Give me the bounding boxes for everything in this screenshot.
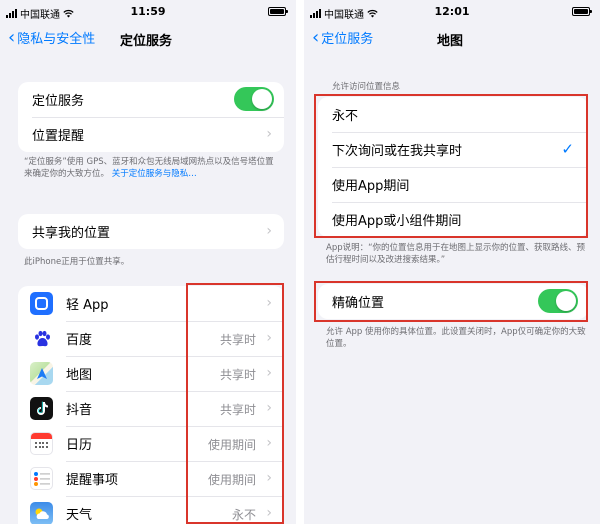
share-location-group: 共享我的位置 › [18, 214, 284, 249]
location-alerts-row[interactable]: 位置提醒 › [18, 117, 284, 152]
douyin-note-icon [30, 397, 53, 420]
location-services-toggle[interactable] [234, 87, 274, 111]
calendar-icon [30, 432, 53, 455]
back-label: 定位服务 [321, 32, 374, 47]
app-name: 提醒事项 [66, 473, 119, 488]
status-bar: 中国联通 12:01 [304, 0, 600, 24]
navigation-bar: ‹ 隐私与安全性 定位服务 [0, 24, 296, 52]
maps-location-screen: 中国联通 12:01 ‹ 定位服务 地图 允许访问位置信息 永不 下次询问或在我… [304, 0, 600, 524]
weather-icon [30, 502, 53, 524]
privacy-link[interactable]: 关于定位服务与隐私… [112, 169, 197, 179]
location-services-screen: 中国联通 11:59 ‹ 隐私与安全性 定位服务 定位服务 位置提醒 › “定位… [0, 0, 296, 524]
app-name: 百度 [66, 333, 93, 348]
share-location-footnote: 此iPhone正用于位置共享。 [24, 257, 130, 267]
app-name: 日历 [66, 438, 93, 453]
share-location-label: 共享我的位置 [32, 226, 111, 241]
chevron-left-icon: ‹ [312, 26, 320, 48]
back-button[interactable]: ‹ 隐私与安全性 [8, 28, 95, 47]
location-services-label: 定位服务 [32, 94, 85, 109]
location-alerts-label: 位置提醒 [32, 129, 85, 144]
status-time: 12:01 [434, 5, 470, 18]
access-options-highlight [314, 94, 588, 238]
battery-icon [268, 7, 288, 16]
app-permissions-highlight [186, 283, 284, 524]
light-app-icon [30, 292, 53, 315]
page-title: 地图 [437, 34, 464, 49]
page-title: 定位服务 [120, 34, 173, 49]
navigation-bar: ‹ 定位服务 地图 [304, 24, 600, 52]
app-explanation: App说明：“你的位置信息用于在地图上显示你的位置、获取路线、预估行程时间以及改… [326, 243, 586, 265]
reminders-icon [30, 467, 53, 490]
back-button[interactable]: ‹ 定位服务 [312, 28, 373, 47]
status-time: 11:59 [130, 5, 166, 18]
location-services-row: 定位服务 [18, 82, 284, 117]
app-name: 轻 App [66, 298, 109, 313]
location-services-footnote: “定位服务”使用 GPS、蓝牙和众包无线局域网热点以及信号塔位置来确定你的大致方… [24, 156, 282, 180]
chevron-right-icon: › [266, 223, 272, 239]
status-bar: 中国联通 11:59 [0, 0, 296, 24]
access-section-header: 允许访问位置信息 [332, 82, 401, 92]
back-label: 隐私与安全性 [17, 32, 96, 47]
precise-location-highlight [314, 281, 588, 322]
battery-icon [572, 7, 592, 16]
maps-icon [30, 362, 53, 385]
baidu-paw-icon [30, 327, 53, 350]
chevron-left-icon: ‹ [8, 26, 16, 48]
location-settings-group: 定位服务 位置提醒 › [18, 82, 284, 152]
chevron-right-icon: › [266, 126, 272, 142]
share-location-row[interactable]: 共享我的位置 › [18, 214, 284, 249]
app-name: 天气 [66, 508, 93, 523]
app-name: 抖音 [66, 403, 93, 418]
precise-location-footnote: 允许 App 使用你的具体位置。此设置关闭时，App仅可确定你的大致位置。 [326, 327, 586, 349]
app-name: 地图 [66, 368, 93, 383]
